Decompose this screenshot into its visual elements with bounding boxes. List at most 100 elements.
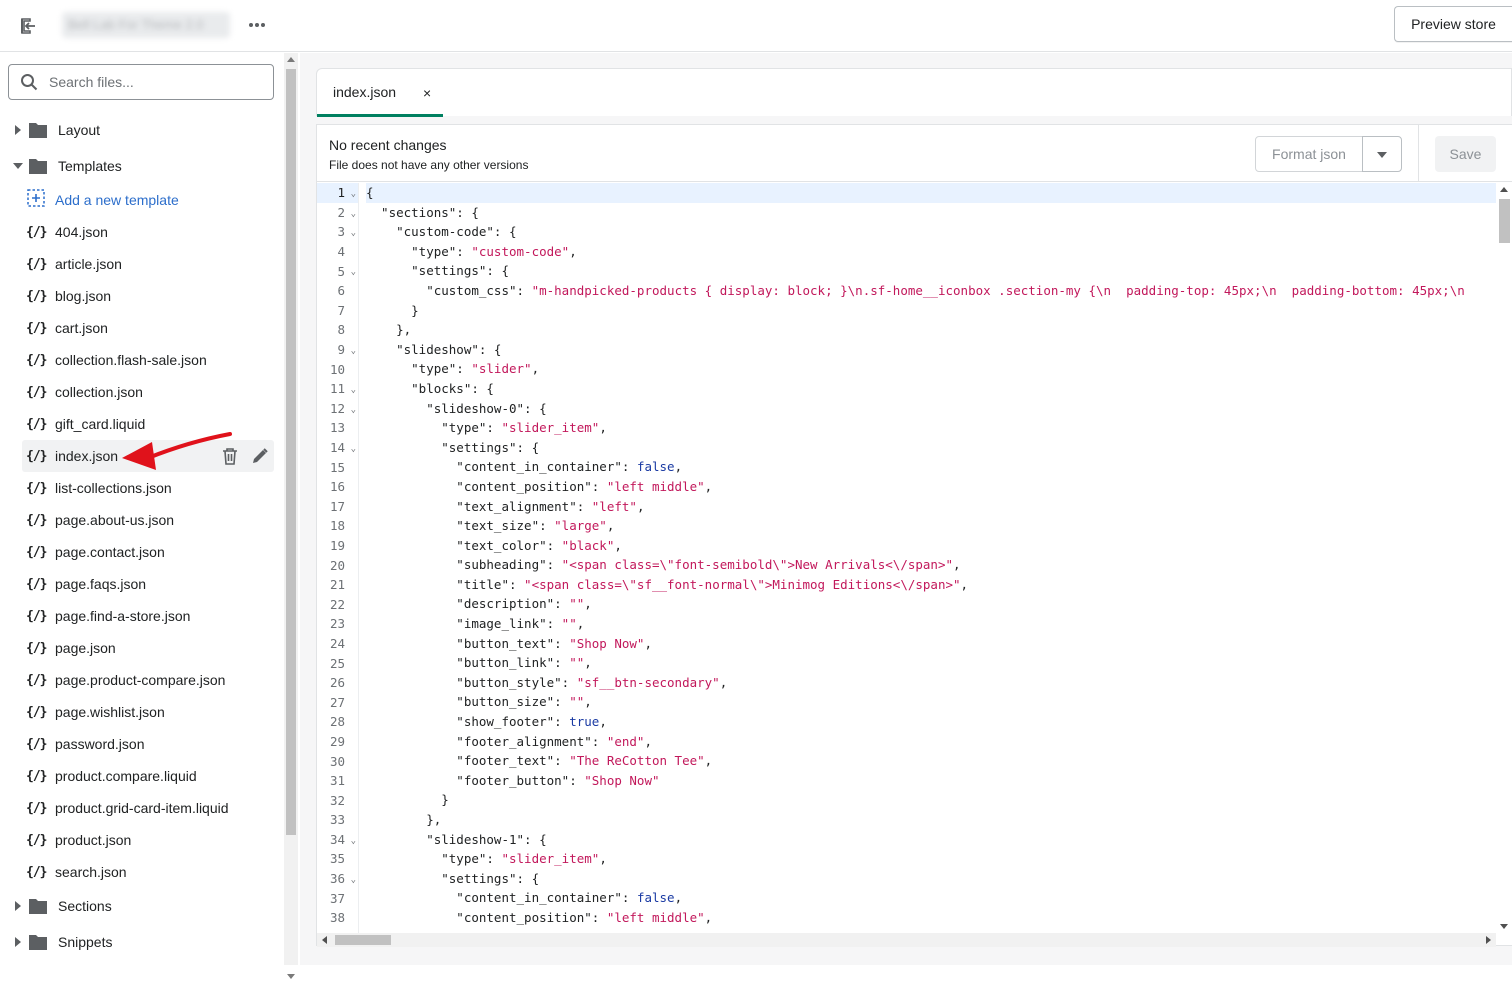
line-number: 38 [317,908,358,928]
file-item[interactable]: {/} search.json [22,856,274,888]
line-number-text: 24 [329,635,345,651]
scroll-down-icon[interactable] [1500,924,1508,929]
code-token: "footer_button": [366,772,585,788]
tab-index-json[interactable]: index.json × [317,69,443,117]
file-name: index.json [55,448,119,464]
fold-chevron-icon[interactable]: ⌄ [351,189,356,199]
exit-icon[interactable] [14,12,42,40]
file-name: page.about-us.json [55,512,175,528]
format-options-button[interactable] [1362,136,1402,172]
code-content[interactable]: { "sections": { "custom-code": { "type":… [366,183,1496,933]
file-item[interactable]: {/} article.json [22,248,274,280]
file-name: search.json [55,864,127,880]
scroll-up-icon[interactable] [1500,187,1508,192]
line-number-text: 19 [329,537,345,553]
code-token: , [953,557,961,573]
folder-snippets[interactable]: Snippets [0,924,282,960]
file-item[interactable]: {/} page.about-us.json [22,504,274,536]
file-item[interactable]: {/} gift_card.liquid [22,408,274,440]
code-line: "settings": { [366,869,1496,889]
line-number-text: 30 [329,753,345,769]
file-item[interactable]: {/} product.grid-card-item.liquid [22,792,274,824]
fold-chevron-icon[interactable]: ⌄ [351,405,356,415]
sidebar-scrollbar[interactable] [284,53,298,979]
fold-chevron-icon[interactable]: ⌄ [351,444,356,454]
line-number: 7 [317,301,358,321]
line-number: 29 [317,732,358,752]
file-item[interactable]: {/} page.contact.json [22,536,274,568]
code-token: "content_position": [366,909,607,925]
fold-chevron-icon[interactable]: ⌄ [351,228,356,238]
search-box[interactable] [8,64,274,100]
fold-chevron-icon[interactable]: ⌄ [351,836,356,846]
scroll-down-icon[interactable] [287,974,295,979]
line-number: 2 ⌄ [317,203,358,223]
scroll-left-icon[interactable] [322,936,327,944]
file-item[interactable]: {/} page.wishlist.json [22,696,274,728]
scroll-up-icon[interactable] [287,57,295,62]
code-line: "type": "slider", [366,359,1496,379]
scroll-right-icon[interactable] [1486,936,1491,944]
file-item[interactable]: {/} blog.json [22,280,274,312]
code-file-icon: {/} [26,416,47,432]
fold-chevron-icon[interactable]: ⌄ [351,346,356,356]
code-token: "left middle" [606,909,705,925]
scrollbar-thumb[interactable] [335,935,391,945]
line-number: 5 ⌄ [317,261,358,281]
fold-chevron-icon[interactable]: ⌄ [351,209,356,219]
file-item[interactable]: {/} page.find-a-store.json [22,600,274,632]
file-item[interactable]: {/} list-collections.json [22,472,274,504]
delete-icon[interactable] [220,444,240,468]
file-name: cart.json [55,320,108,336]
rename-pencil-icon[interactable] [250,444,270,468]
file-item[interactable]: {/} cart.json [22,312,274,344]
line-number: 30 [317,751,358,771]
folder-layout[interactable]: Layout [0,112,282,148]
file-item[interactable]: {/} collection.json [22,376,274,408]
code-token: { [366,185,374,200]
code-token: } [366,792,449,808]
file-item[interactable]: {/} product.compare.liquid [22,760,274,792]
line-number-text: 16 [329,479,345,495]
more-actions-icon[interactable] [244,12,270,38]
file-item[interactable]: {/} product.json [22,824,274,856]
code-line: "description": "", [366,594,1496,614]
save-button[interactable]: Save [1435,136,1496,172]
line-number-text: 5 [337,263,345,279]
code-editor[interactable]: 1 ⌄ 2 ⌄ 3 ⌄ 4 5 ⌄ 6 7 8 9 ⌄ 10 11 ⌄ 12 ⌄ 13 14 ⌄ 15 16 17 18 19 20 2… [317,183,1512,933]
add-template-link[interactable]: Add a new template [22,184,274,216]
line-number: 10 [317,359,358,379]
scrollbar-thumb[interactable] [1499,199,1510,243]
code-token: "Shop Now" [569,635,645,651]
line-number-text: 3 [337,224,345,240]
code-file-icon: {/} [26,320,47,336]
file-item[interactable]: {/} page.json [22,632,274,664]
code-line: "show_footer": true, [366,712,1496,732]
format-json-button[interactable]: Format json [1255,136,1363,172]
file-item[interactable]: {/} 404.json [22,216,274,248]
preview-store-button[interactable]: Preview store [1394,6,1512,42]
code-file-icon: {/} [26,672,47,688]
file-item[interactable]: {/} password.json [22,728,274,760]
file-item[interactable]: {/} page.product-compare.json [22,664,274,696]
code-token: "custom-code" [471,243,570,259]
close-tab-icon[interactable]: × [423,85,431,101]
scrollbar-thumb[interactable] [286,69,296,835]
search-files-input[interactable] [49,74,259,90]
line-number-text: 20 [329,557,345,573]
folder-templates[interactable]: Templates [0,148,282,184]
line-number-text: 26 [329,675,345,691]
line-number: 14 ⌄ [317,438,358,458]
code-token: "image_link": [366,616,562,632]
code-file-icon: {/} [26,576,47,592]
fold-chevron-icon[interactable]: ⌄ [351,875,356,885]
file-item[interactable]: {/} collection.flash-sale.json [22,344,274,376]
editor-vertical-scrollbar[interactable] [1496,183,1512,933]
fold-chevron-icon[interactable]: ⌄ [351,385,356,395]
fold-chevron-icon[interactable]: ⌄ [351,267,356,277]
file-item[interactable]: {/} index.json [22,440,274,472]
tab-label: index.json [333,83,397,100]
file-item[interactable]: {/} page.faqs.json [22,568,274,600]
editor-horizontal-scrollbar[interactable] [317,933,1496,947]
folder-sections[interactable]: Sections [0,888,282,924]
